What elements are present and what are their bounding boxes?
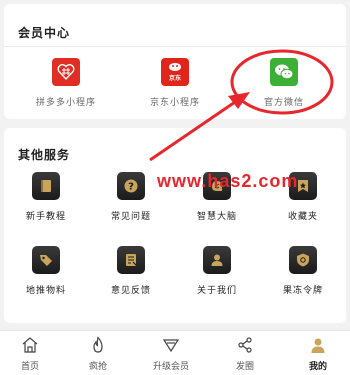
pinduoduo-icon [52, 58, 80, 86]
share-icon [235, 335, 255, 355]
service-about-us[interactable]: 关于我们 [182, 246, 252, 298]
member-center-title: 会员中心 [18, 26, 71, 40]
wechat-icon [270, 58, 298, 86]
service-label: 地推物料 [25, 286, 66, 296]
divider [4, 46, 346, 47]
home-icon [20, 335, 40, 355]
pinduoduo-miniprogram-button[interactable]: 拼多多小程序 [16, 58, 116, 113]
question-icon: ? [117, 172, 145, 200]
service-faq[interactable]: ? 常见问题 [96, 172, 166, 224]
feedback-icon [117, 246, 145, 274]
jd-icon: 京东 [161, 58, 189, 86]
fire-icon [88, 335, 108, 355]
service-label: 关于我们 [196, 286, 237, 296]
tab-moments[interactable]: 发圈 [215, 335, 275, 373]
member-center-card: 会员中心 拼多多小程序 京东 京东小程序 官方微信 [4, 4, 346, 119]
book-icon [32, 172, 60, 200]
watermark-text: www.has2.com [157, 171, 299, 191]
other-services-card: 其他服务 新手教程 ? 常见问题 智慧大脑 收藏夹 地推物料 意见反馈 关于我们… [4, 128, 346, 323]
profile-icon [308, 335, 328, 355]
tab-label: 发圈 [235, 362, 254, 372]
other-services-title: 其他服务 [18, 148, 71, 162]
tab-label: 我的 [308, 362, 327, 372]
pinduoduo-label: 拼多多小程序 [35, 98, 96, 108]
tab-label: 疯抢 [88, 362, 107, 372]
wechat-label: 官方微信 [263, 98, 304, 108]
service-newbie-tutorial[interactable]: 新手教程 [11, 172, 81, 224]
user-icon [203, 246, 231, 274]
jd-label: 京东小程序 [149, 98, 200, 108]
tab-label: 升级会员 [152, 362, 189, 372]
service-label: 果冻令牌 [282, 286, 323, 296]
jd-miniprogram-button[interactable]: 京东 京东小程序 [125, 58, 225, 113]
service-label: 新手教程 [25, 212, 66, 222]
tab-label: 首页 [20, 362, 39, 372]
tab-flash-sale[interactable]: 疯抢 [68, 335, 128, 373]
service-jelly-token[interactable]: 果冻令牌 [268, 246, 338, 298]
service-label: 收藏夹 [287, 212, 318, 222]
service-label: 意见反馈 [110, 286, 151, 296]
tab-mine[interactable]: 我的 [288, 335, 348, 373]
tab-home[interactable]: 首页 [0, 335, 60, 373]
shield-icon [289, 246, 317, 274]
diamond-icon [161, 335, 181, 355]
service-promo-materials[interactable]: 地推物料 [11, 246, 81, 298]
tag-icon [32, 246, 60, 274]
jd-icon-text: 京东 [168, 75, 181, 82]
service-label: 智慧大脑 [196, 212, 237, 222]
service-label: 常见问题 [110, 212, 151, 222]
official-wechat-button[interactable]: 官方微信 [234, 58, 334, 113]
service-feedback[interactable]: 意见反馈 [96, 246, 166, 298]
tab-upgrade-member[interactable]: 升级会员 [141, 335, 201, 373]
bottom-tab-bar: 首页 疯抢 升级会员 发圈 我的 [0, 330, 350, 375]
page: 会员中心 拼多多小程序 京东 京东小程序 官方微信 其他服务 新手教程 ? 常见… [0, 0, 350, 375]
svg-text:?: ? [128, 182, 134, 193]
